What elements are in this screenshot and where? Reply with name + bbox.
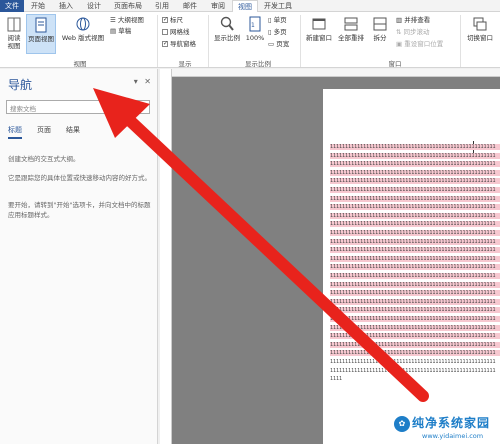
watermark-brand: 纯净系统家园 — [412, 416, 491, 430]
watermark: ✿ 纯净系统家园 www.yidaimei.com — [394, 412, 500, 444]
watermark-url: www.yidaimei.com — [422, 432, 484, 440]
watermark-logo-icon: ✿ — [394, 416, 410, 432]
red-arrow-annotation — [93, 88, 429, 402]
